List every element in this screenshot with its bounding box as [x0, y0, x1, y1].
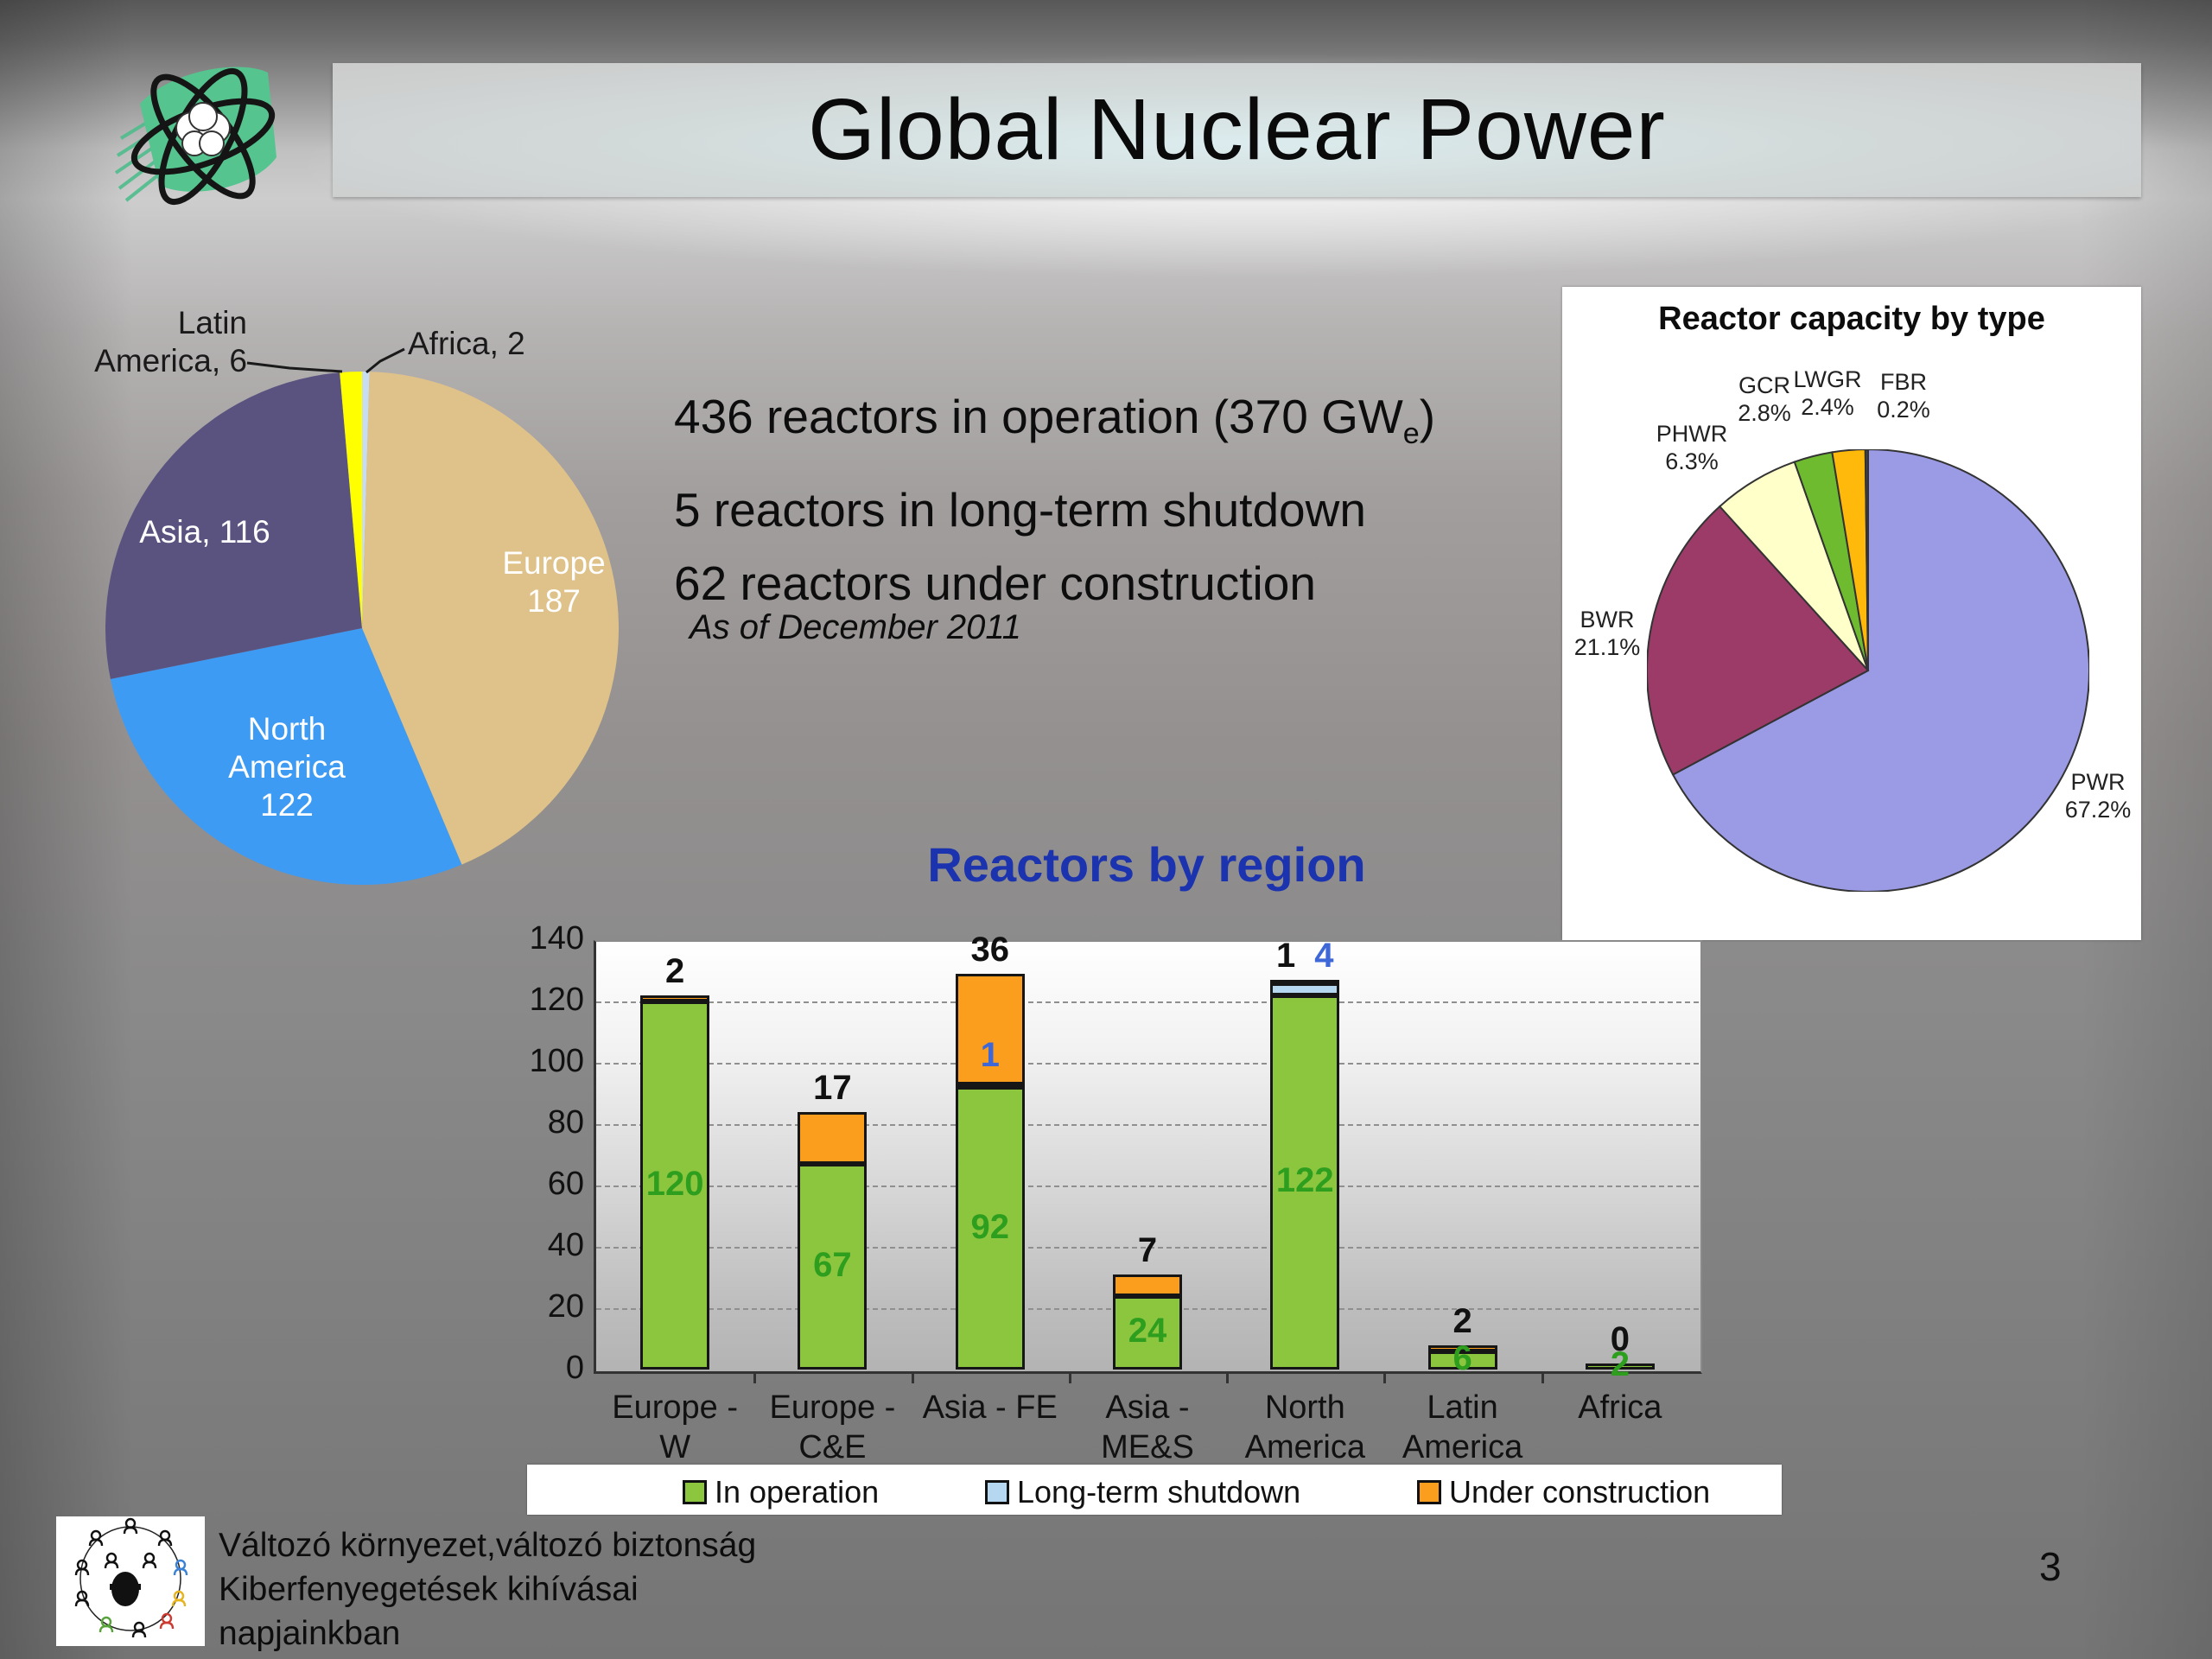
x-category-label: Asia - ME&S	[1069, 1388, 1226, 1467]
y-tick-label: 0	[506, 1350, 584, 1387]
legend-item-shutdown: Long-term shutdown	[985, 1474, 1300, 1510]
gridline	[596, 1124, 1699, 1126]
legend-label: In operation	[715, 1474, 879, 1510]
footer-line-3: napjainkban	[219, 1611, 756, 1656]
bar-value-under-construction: 17	[813, 1069, 852, 1108]
gridline	[596, 1001, 1699, 1003]
footer-text: Változó környezet,változó biztonság Kibe…	[219, 1523, 756, 1656]
capacity-pie-title: Reactor capacity by type	[1562, 301, 2141, 338]
bar-value-in-operation: 67	[753, 1246, 911, 1285]
x-axis-tick	[753, 1371, 756, 1383]
bar-segment-under-construction	[798, 1112, 867, 1164]
bar-top-labels: 2	[1383, 1302, 1541, 1341]
x-category-label: North America	[1226, 1388, 1383, 1467]
bar-top-labels: 2	[596, 952, 753, 991]
legend-swatch-orange	[1417, 1480, 1441, 1504]
capacity-label-phwr: PHWR 6.3%	[1636, 420, 1748, 475]
y-tick-label: 140	[506, 920, 584, 957]
page-title: Global Nuclear Power	[808, 80, 1666, 180]
legend-swatch-green	[683, 1480, 707, 1504]
y-tick-label: 80	[506, 1104, 584, 1141]
reactor-capacity-pie	[1647, 449, 2089, 892]
bar-chart-title: Reactors by region	[758, 836, 1535, 893]
bar-value-in-operation: 6	[1383, 1339, 1541, 1378]
bar-top-labels: 7	[1069, 1231, 1226, 1270]
y-tick-label: 60	[506, 1166, 584, 1203]
bar-top-labels: 14	[1226, 937, 1383, 976]
bar-value-long-term-shutdown: 4	[1314, 937, 1333, 976]
subscript-e: e	[1403, 417, 1420, 450]
footer-logo-icon	[56, 1516, 205, 1646]
bar-segment-under-construction	[1270, 980, 1339, 985]
title-banner: Global Nuclear Power	[333, 63, 2141, 197]
footer-line-1: Változó környezet,változó biztonság	[219, 1523, 756, 1567]
x-axis-tick	[1226, 1371, 1229, 1383]
x-category-label: Europe - W	[596, 1388, 753, 1467]
capacity-label-fbr: FBR 0.2%	[1847, 368, 1960, 423]
x-axis-tick	[1069, 1371, 1071, 1383]
legend-item-in-operation: In operation	[683, 1474, 879, 1510]
bar-top-labels: 0	[1541, 1320, 1699, 1359]
y-tick-label: 100	[506, 1043, 584, 1080]
footer-line-2: Kiberfenyegetések kihívásai	[219, 1567, 756, 1611]
bar-value-under-construction: 0	[1611, 1320, 1630, 1359]
pie-label-north-america: North America 122	[200, 710, 373, 824]
capacity-label-pwr: PWR 67.2%	[2042, 768, 2154, 823]
bar-segment-under-construction	[640, 995, 709, 1001]
y-tick-label: 40	[506, 1227, 584, 1264]
y-tick-label: 120	[506, 982, 584, 1019]
legend-label: Long-term shutdown	[1017, 1474, 1300, 1510]
bar-value-in-operation: 24	[1069, 1312, 1226, 1351]
legend-swatch-blue	[985, 1480, 1009, 1504]
capacity-label-bwr: BWR 21.1%	[1551, 606, 1663, 661]
fact-in-operation: 436 reactors in operation (370 GWe)	[674, 389, 1435, 451]
bar-value-under-construction: 7	[1138, 1231, 1157, 1270]
x-axis-tick	[912, 1371, 914, 1383]
y-tick-label: 20	[506, 1288, 584, 1325]
bar-value-in-operation: 120	[596, 1165, 753, 1204]
bar-value-under-construction: 36	[970, 931, 1009, 969]
bar-value-in-operation: 92	[912, 1208, 1069, 1247]
bar-value-long-term-shutdown: 1	[912, 1036, 1069, 1075]
x-category-label: Latin America	[1383, 1388, 1541, 1467]
bar-segment-long-term-shutdown	[1270, 983, 1339, 995]
fact-construction: 62 reactors under construction	[674, 556, 1316, 611]
gridline	[596, 1063, 1699, 1065]
bar-value-under-construction: 2	[1452, 1302, 1471, 1341]
bar-value-under-construction: 1	[1276, 937, 1295, 976]
fact-shutdown: 5 reactors in long-term shutdown	[674, 482, 1366, 537]
slide: Global Nuclear Power Latin America, 6 Af…	[0, 0, 2212, 1659]
bar-value-under-construction: 2	[665, 952, 684, 991]
bar-segment-under-construction	[1113, 1274, 1182, 1296]
legend-label: Under construction	[1449, 1474, 1710, 1510]
legend-item-construction: Under construction	[1417, 1474, 1710, 1510]
x-category-label: Africa	[1541, 1388, 1699, 1427]
gridline	[596, 1185, 1699, 1187]
pie-leader-lines	[0, 285, 691, 631]
bar-top-labels: 36	[912, 931, 1069, 969]
x-category-label: Asia - FE	[912, 1388, 1069, 1427]
as-of-date: As of December 2011	[690, 608, 1021, 647]
bar-segment-long-term-shutdown	[956, 1084, 1025, 1089]
bar-top-labels: 17	[753, 1069, 911, 1108]
page-number: 3	[2039, 1543, 2062, 1590]
bar-value-in-operation: 122	[1226, 1161, 1383, 1200]
atom-logo-icon	[105, 35, 291, 251]
x-category-label: Europe - C&E	[753, 1388, 911, 1467]
